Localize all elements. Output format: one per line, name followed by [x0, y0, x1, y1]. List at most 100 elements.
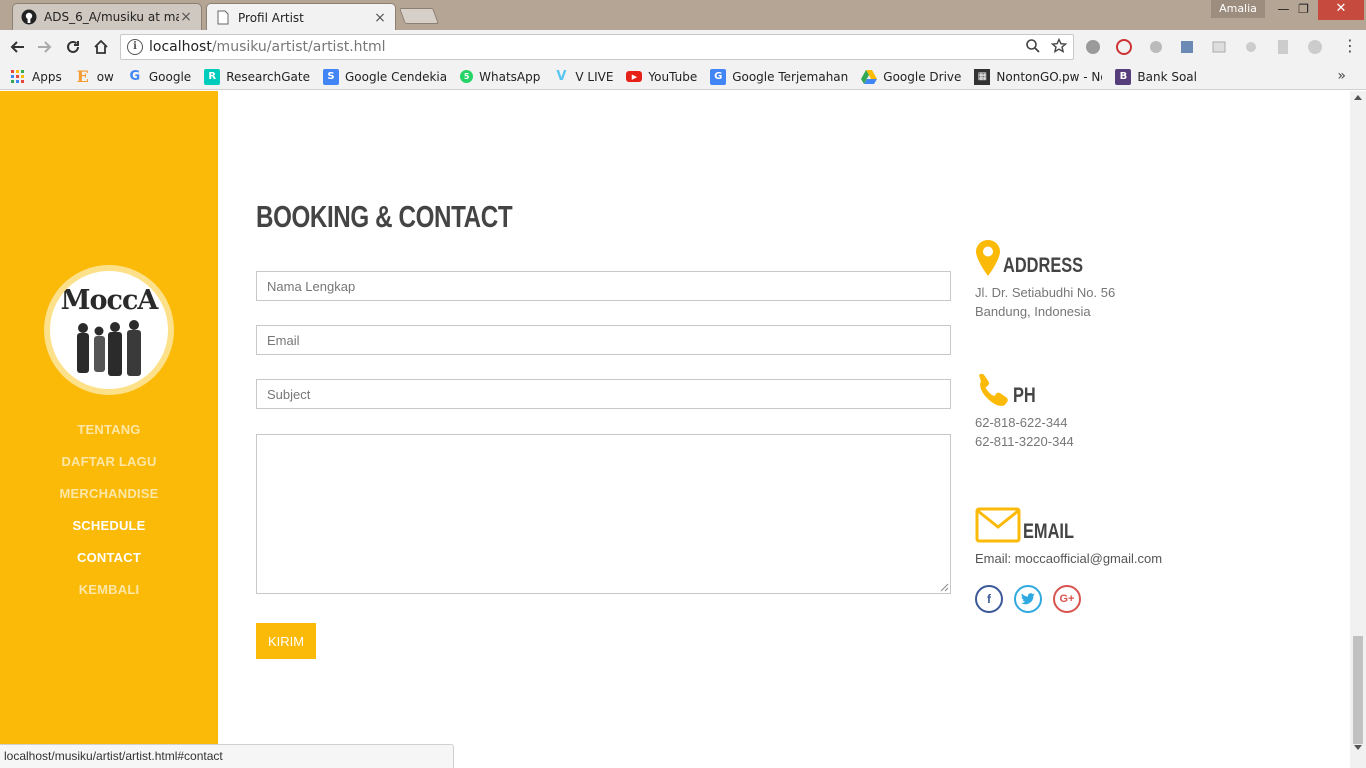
bookmark-whatsapp[interactable]: 5 WhatsApp — [460, 70, 540, 84]
name-input[interactable] — [256, 271, 951, 301]
info-icon[interactable]: i — [127, 39, 143, 55]
google-icon: G — [129, 69, 141, 84]
bookmarks-bar: Apps E ow G Google R ResearchGate S Goog… — [0, 64, 1366, 90]
bookmark-nontongo[interactable]: ▦ NontonGO.pw - Non — [974, 68, 1102, 85]
forward-button[interactable] — [34, 36, 56, 58]
bookmark-vlive[interactable]: V V LIVE — [553, 69, 613, 85]
scroll-thumb[interactable] — [1353, 636, 1363, 744]
address-block: ADDRESS Jl. Dr. Setiabudhi No. 56 Bandun… — [975, 239, 1235, 321]
restore-button[interactable]: ❐ — [1290, 0, 1317, 20]
nav-contact[interactable]: CONTACT — [0, 542, 218, 574]
profile-button[interactable]: Amalia — [1211, 0, 1265, 18]
page-icon — [215, 10, 231, 26]
bookmark-researchgate[interactable]: R ResearchGate — [204, 68, 310, 85]
nav-daftar-lagu[interactable]: DAFTAR LAGU — [0, 446, 218, 478]
extension-icon[interactable] — [1210, 38, 1228, 56]
bookmark-label: YouTube — [648, 69, 698, 84]
address-text: Jl. Dr. Setiabudhi No. 56 Bandung, Indon… — [975, 283, 1235, 321]
tab-title: ADS_6_A/musiku at mast — [44, 10, 179, 24]
extension-icon[interactable] — [1084, 38, 1102, 56]
bookmark-label: ResearchGate — [226, 69, 310, 84]
scroll-up-arrow-icon[interactable] — [1354, 95, 1362, 100]
band-photo-icon — [77, 320, 141, 376]
bookmark-label: ow — [96, 69, 114, 84]
bookmark-google[interactable]: G Google — [127, 69, 192, 85]
bootstrap-icon: B — [1115, 68, 1132, 85]
envelope-icon — [975, 507, 1021, 543]
browser-titlebar: ADS_6_A/musiku at mast × Profil Artist ×… — [0, 0, 1366, 31]
address-bar[interactable]: i localhost/musiku/artist/artist.html — [120, 34, 1074, 60]
bookmark-star-icon[interactable] — [1051, 38, 1067, 54]
google-plus-icon[interactable]: G+ — [1053, 585, 1081, 613]
tab-github[interactable]: ADS_6_A/musiku at mast × — [12, 3, 202, 30]
bookmark-bank-soal[interactable]: B Bank Soal — [1115, 68, 1197, 85]
github-icon — [21, 9, 37, 25]
phone-title: PH — [1013, 384, 1036, 407]
extension-icon[interactable] — [1242, 38, 1260, 56]
extension-icon[interactable] — [1115, 38, 1133, 56]
researchgate-icon: R — [204, 68, 221, 85]
email-text: Email: moccaofficial@gmail.com — [975, 551, 1163, 566]
page-scrollbar[interactable] — [1350, 91, 1366, 768]
twitter-icon[interactable] — [1014, 585, 1042, 613]
bookmark-youtube[interactable]: ▶ YouTube — [626, 70, 697, 84]
tab-profil-artist[interactable]: Profil Artist × — [206, 3, 396, 31]
extension-icon[interactable] — [1147, 38, 1165, 56]
drive-icon — [861, 69, 878, 85]
bookmark-label: Google Cendekia — [344, 69, 448, 84]
back-arrow-icon — [10, 41, 24, 53]
bookmark-label: Google Terjemahan — [732, 69, 849, 84]
bookmark-google-terjemahan[interactable]: G Google Terjemahan — [710, 68, 849, 85]
translate-icon: G — [710, 68, 727, 85]
artist-avatar-ring: MoccA — [44, 265, 174, 395]
url-host: localhost — [149, 39, 212, 55]
phone-line: 62-811-3220-344 — [975, 434, 1074, 449]
chrome-menu-icon[interactable]: ⋮ — [1342, 38, 1358, 56]
page-viewport: MoccA TENTANG DAFTAR LAGU MERCHANDISE SC… — [0, 91, 1350, 768]
email-input[interactable] — [256, 325, 951, 355]
bookmark-apps[interactable]: Apps — [10, 69, 62, 85]
e-icon: E — [76, 67, 89, 86]
close-icon[interactable]: × — [373, 10, 387, 26]
vlive-icon: V — [556, 69, 567, 84]
section-title: BOOKING & CONTACT — [256, 199, 513, 234]
reload-button[interactable] — [62, 36, 84, 58]
bookmark-google-drive[interactable]: Google Drive — [861, 69, 961, 85]
nav-merchandise[interactable]: MERCHANDISE — [0, 478, 218, 510]
browser-toolbar: i localhost/musiku/artist/artist.html ⋮ — [0, 30, 1366, 64]
phone-line: 62-818-622-344 — [975, 415, 1068, 430]
home-icon — [94, 39, 108, 54]
scroll-down-arrow-icon[interactable] — [1354, 745, 1362, 750]
sidebar: MoccA TENTANG DAFTAR LAGU MERCHANDISE SC… — [0, 91, 218, 768]
submit-button[interactable]: KIRIM — [256, 623, 316, 659]
reload-icon — [67, 40, 79, 53]
bookmark-google-cendekia[interactable]: S Google Cendekia — [322, 68, 448, 85]
zoom-icon[interactable] — [1025, 38, 1041, 54]
scholar-icon: S — [322, 68, 339, 85]
nav-tentang[interactable]: TENTANG — [0, 414, 218, 446]
nav-schedule[interactable]: SCHEDULE — [0, 510, 218, 542]
youtube-icon: ▶ — [626, 71, 643, 82]
extension-icon[interactable] — [1306, 38, 1324, 56]
extension-icon[interactable] — [1178, 38, 1196, 56]
close-icon[interactable]: × — [179, 9, 193, 25]
nav-kembali[interactable]: KEMBALI — [0, 574, 218, 606]
phone-text: 62-818-622-344 62-811-3220-344 — [975, 413, 1235, 451]
home-button[interactable] — [90, 36, 112, 58]
address-title: ADDRESS — [1003, 254, 1084, 277]
apps-grid-icon — [10, 69, 26, 85]
facebook-icon[interactable]: f — [975, 585, 1003, 613]
new-tab-button[interactable] — [399, 8, 439, 24]
chevron-right-icon[interactable]: » — [1337, 68, 1346, 84]
bookmark-label: WhatsApp — [479, 69, 541, 84]
url-path: /musiku/artist/artist.html — [211, 39, 386, 55]
bookmark-ow[interactable]: E ow — [75, 67, 114, 86]
bookmark-label: Bank Soal — [1137, 69, 1197, 84]
back-button[interactable] — [6, 36, 28, 58]
extension-icon[interactable] — [1274, 38, 1292, 56]
resize-grip-icon[interactable] — [940, 583, 949, 592]
whatsapp-icon: 5 — [460, 70, 474, 83]
message-textarea[interactable] — [256, 434, 951, 594]
subject-input[interactable] — [256, 379, 951, 409]
window-close-button[interactable]: ✕ — [1318, 0, 1364, 20]
